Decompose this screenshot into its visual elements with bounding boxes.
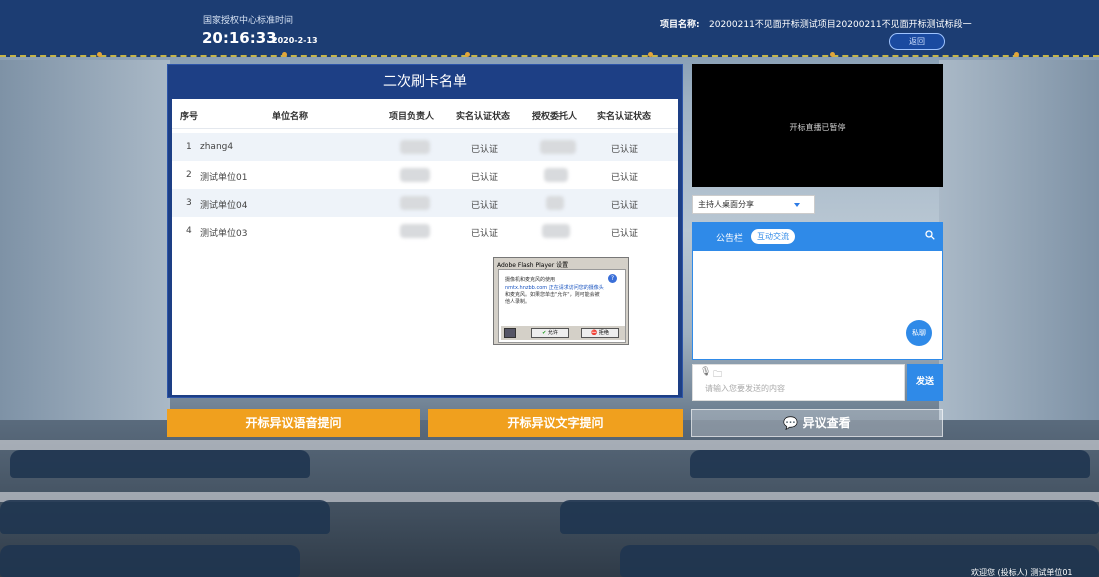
row-index: 2 xyxy=(186,170,192,180)
row-index: 1 xyxy=(186,142,192,152)
tab-interaction[interactable]: 互动交流 xyxy=(751,229,795,244)
row-auth-status-1: 已认证 xyxy=(471,229,499,239)
project-name-label: 项目名称: xyxy=(660,20,700,30)
deny-stop-icon: ⛔ xyxy=(591,330,598,336)
flash-dialog-title: Adobe Flash Player 设置 xyxy=(497,262,569,269)
row-index: 4 xyxy=(186,226,192,236)
background-seat-row xyxy=(10,450,310,478)
flash-deny-button[interactable]: ⛔ 拒绝 xyxy=(581,328,619,338)
flash-dialog-text: 他人录制。 xyxy=(505,299,531,305)
row-unit-name: 测试单位03 xyxy=(200,229,248,239)
column-header-project-leader: 项目负责人 xyxy=(389,112,435,122)
header-divider-dot xyxy=(1014,52,1019,57)
private-chat-button[interactable]: 私聊 xyxy=(906,320,932,346)
background-seat-row xyxy=(690,450,1090,478)
column-header-auth-status-2: 实名认证状态 xyxy=(597,112,652,122)
flash-deny-label: 拒绝 xyxy=(598,330,609,336)
flash-dialog-text: 和麦克风。如果您单击"允许"，则可能会被 xyxy=(505,292,600,298)
top-header: 国家授权中心标准时间 20:16:33 2020-2-13 项目名称: 2020… xyxy=(0,0,1099,57)
row-auth-status-2: 已认证 xyxy=(611,229,639,239)
blurred-project-leader xyxy=(400,140,430,154)
column-header-unit-name: 单位名称 xyxy=(272,112,309,122)
view-objection-label: 异议查看 xyxy=(802,416,851,430)
welcome-user-text: 欢迎您 (投标人) 测试单位01 xyxy=(971,568,1073,577)
voice-question-button[interactable]: 开标异议语音提问 xyxy=(167,409,420,437)
header-divider-dot xyxy=(830,52,835,57)
share-select-value: 主持人桌面分享 xyxy=(698,200,754,209)
table-row: 3 测试单位04 已认证 已认证 xyxy=(172,189,678,217)
project-name-value: 20200211不见面开标测试项目20200211不见面开标测试标段一 xyxy=(709,20,972,30)
blurred-project-leader xyxy=(400,196,430,210)
row-auth-status-2: 已认证 xyxy=(611,145,639,155)
row-auth-status-1: 已认证 xyxy=(471,145,499,155)
header-divider-dot xyxy=(97,52,102,57)
table-row: 4 测试单位03 已认证 已认证 xyxy=(172,217,678,245)
background-wall-left xyxy=(0,60,170,420)
flash-dialog-text: nmtx.hnzbb.com 正在请求访问您的摄像头 xyxy=(505,285,604,291)
row-index: 3 xyxy=(186,198,192,208)
tab-notice-board[interactable]: 公告栏 xyxy=(716,231,743,244)
row-auth-status-1: 已认证 xyxy=(471,173,499,183)
row-unit-name: 测试单位04 xyxy=(200,201,248,211)
text-question-button[interactable]: 开标异议文字提问 xyxy=(428,409,683,437)
chat-panel: 公告栏 互动交流 私聊 xyxy=(692,222,943,360)
swipe-list-table: 序号 单位名称 项目负责人 实名认证状态 授权委托人 实名认证状态 1 zhan… xyxy=(172,99,678,395)
chat-input-placeholder: 请输入您要发送的内容 xyxy=(705,384,785,393)
flash-allow-label: 允许 xyxy=(547,330,558,336)
blurred-authorized-agent xyxy=(540,140,576,154)
blurred-authorized-agent xyxy=(544,168,568,182)
flash-monitor-icon[interactable] xyxy=(504,328,516,338)
header-divider-dot xyxy=(282,52,287,57)
column-header-authorized-agent: 授权委托人 xyxy=(532,112,578,122)
table-row: 1 zhang4 已认证 已认证 xyxy=(172,133,678,161)
background-seat-row xyxy=(0,545,300,577)
table-row: 2 测试单位01 已认证 已认证 xyxy=(172,161,678,189)
chat-header: 公告栏 互动交流 xyxy=(693,223,942,251)
allow-check-icon: ✔ xyxy=(542,330,547,336)
row-unit-name: 测试单位01 xyxy=(200,173,248,183)
flash-dialog-heading: 摄像机和麦克风的使用 xyxy=(505,277,556,283)
row-unit-name: zhang4 xyxy=(200,142,234,152)
view-objection-button[interactable]: 💬 异议查看 xyxy=(691,409,943,437)
live-status-text: 开标直播已暂停 xyxy=(789,123,846,132)
panel-title: 二次刷卡名单 xyxy=(383,74,467,90)
flash-dialog-body: ? 摄像机和麦克风的使用 nmtx.hnzbb.com 正在请求访问您的摄像头 … xyxy=(498,269,626,343)
header-divider-dot xyxy=(648,52,653,57)
table-header: 序号 单位名称 项目负责人 实名认证状态 授权委托人 实名认证状态 xyxy=(172,99,678,129)
back-button[interactable]: 返回 xyxy=(889,33,945,50)
row-auth-status-2: 已认证 xyxy=(611,173,639,183)
column-header-index: 序号 xyxy=(180,112,199,122)
question-icon: ? xyxy=(608,274,617,283)
background-seat-row xyxy=(0,500,330,534)
blurred-authorized-agent xyxy=(546,196,564,210)
folder-icon[interactable]: 🗀 xyxy=(713,367,722,383)
row-auth-status-2: 已认证 xyxy=(611,201,639,211)
blurred-project-leader xyxy=(400,224,430,238)
send-button[interactable]: 发送 xyxy=(907,364,943,401)
live-video-player[interactable]: 开标直播已暂停 xyxy=(692,64,943,187)
second-swipe-list-panel: 二次刷卡名单 序号 单位名称 项目负责人 实名认证状态 授权委托人 实名认证状态… xyxy=(167,64,683,398)
background-seat-row xyxy=(560,500,1099,534)
row-auth-status-1: 已认证 xyxy=(471,201,499,211)
header-divider-dot xyxy=(465,52,470,57)
flash-dialog-button-bar: ✔ 允许 ⛔ 拒绝 xyxy=(501,326,625,340)
chat-bubble-icon: 💬 xyxy=(783,416,799,430)
blurred-project-leader xyxy=(400,168,430,182)
search-icon[interactable] xyxy=(925,230,935,240)
background-wall-right xyxy=(939,60,1099,420)
chat-input-box[interactable]: 🎙 🗀 请输入您要发送的内容 xyxy=(692,364,905,401)
clock-time: 20:16:33 xyxy=(202,29,277,47)
flash-allow-button[interactable]: ✔ 允许 xyxy=(531,328,569,338)
blurred-authorized-agent xyxy=(542,224,570,238)
time-source-label: 国家授权中心标准时间 xyxy=(203,16,294,26)
background-desk-row xyxy=(0,440,1099,450)
desktop-share-select[interactable]: 主持人桌面分享 xyxy=(692,195,815,214)
column-header-auth-status-1: 实名认证状态 xyxy=(456,112,511,122)
flash-settings-dialog: Adobe Flash Player 设置 ? 摄像机和麦克风的使用 nmtx.… xyxy=(493,257,629,345)
chevron-down-icon xyxy=(794,203,800,207)
clock-date: 2020-2-13 xyxy=(272,36,318,45)
microphone-icon[interactable]: 🎙 xyxy=(700,367,711,377)
